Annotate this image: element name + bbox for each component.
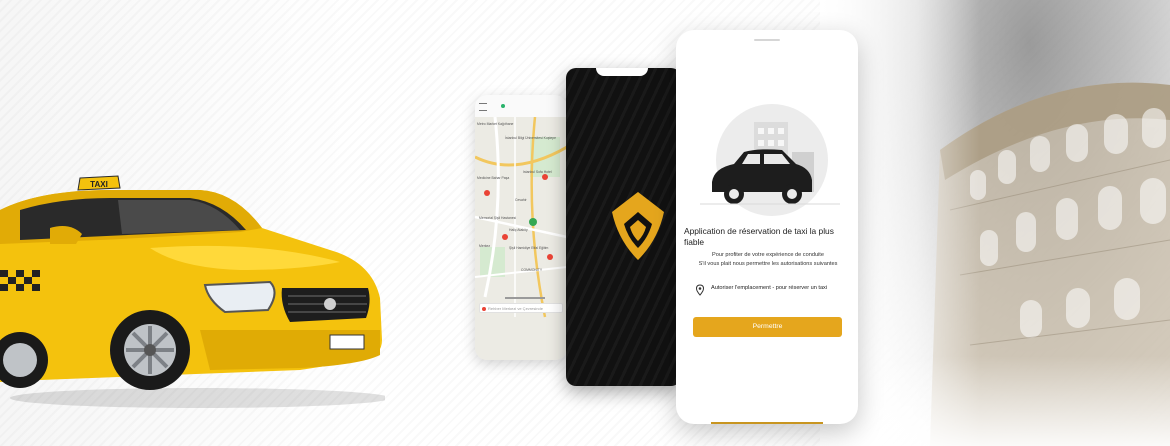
map-search-input[interactable]: Rehber Merkezi ve Çevresinde <box>479 303 563 313</box>
map-label: Medicine Bahar Paşa <box>477 176 509 180</box>
permission-location-row: Autoriser l'emplacement - pour réserver … <box>694 284 844 296</box>
map-label: Haliç Ataköy <box>509 228 528 232</box>
colosseum-background <box>820 0 1170 446</box>
status-dot-icon <box>501 104 505 108</box>
brand-v-logo-icon <box>612 192 664 260</box>
car-city-illustration <box>700 104 840 216</box>
app-subtitle: Pour profiter de votre expérience de con… <box>684 251 852 268</box>
taxi-car-image: TAXI <box>0 175 385 408</box>
phone-notch <box>596 68 648 76</box>
app-title: Application de réservation de taxi la pl… <box>684 226 834 247</box>
map-label: Merkez <box>479 244 490 248</box>
permission-text: Autoriser l'emplacement - pour réserver … <box>711 285 828 291</box>
map-phone: Metro Market Kağıthane İstanbul Bilgi Ün… <box>475 95 567 360</box>
map-topbar <box>475 95 567 118</box>
hero-banner: TAXI Metro Market Kağıthane İstanbul Bil <box>0 0 1170 446</box>
allow-button[interactable]: Permettre <box>693 317 842 337</box>
map-label: COMMONITY <box>521 268 543 272</box>
bottom-accent-bar <box>711 422 823 424</box>
main-phone: Application de réservation de taxi la pl… <box>676 30 858 424</box>
subtitle-line: Pour profiter de votre expérience de con… <box>712 252 824 258</box>
subtitle-line: S'il vous plait nous permettre les autor… <box>698 260 838 267</box>
splash-phone <box>566 68 681 386</box>
map-label: Memorial Şişli Hastanesi <box>479 216 516 220</box>
map-label: Şişli Hamidiye Etfal Eğitim <box>509 246 549 250</box>
map-label: Metro Market Kağıthane <box>477 122 513 126</box>
map-view[interactable]: Metro Market Kağıthane İstanbul Bilgi Ün… <box>475 117 567 360</box>
menu-icon[interactable] <box>479 103 487 111</box>
location-pin-icon <box>695 284 705 296</box>
taxi-roof-sign: TAXI <box>90 180 108 189</box>
map-label: İstanbul Bilgi Üniversitesi Kuştepe <box>505 135 556 140</box>
map-label: Istanbul Sofa Hotel <box>523 170 552 174</box>
map-label: Cevahir <box>515 198 528 202</box>
phone-speaker <box>754 39 780 41</box>
map-search-placeholder: Rehber Merkezi ve Çevresinde <box>488 306 543 311</box>
location-dot-icon <box>482 307 486 311</box>
